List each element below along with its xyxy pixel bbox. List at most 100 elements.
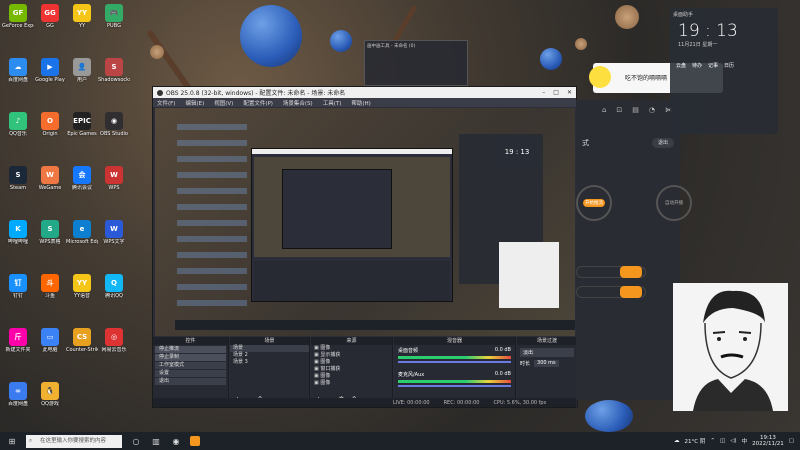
shortcut-item[interactable]: 记事: [708, 62, 718, 69]
desktop-icon[interactable]: 斗斗鱼: [34, 272, 66, 312]
desktop-icon[interactable]: 🐧 QQ游戏: [34, 380, 66, 420]
source-item[interactable]: ▣ 图像: [311, 380, 392, 387]
desktop-icon-label: 百度网盘: [7, 77, 28, 83]
desktop-icon[interactable]: 🎮 PUBG: [98, 2, 130, 42]
desktop-icon[interactable]: W WPS文字: [98, 218, 130, 258]
volume-slider[interactable]: [398, 361, 511, 363]
desktop-icon[interactable]: YY YY: [66, 2, 98, 42]
desktop-icon[interactable]: ▶ Google Play: [34, 56, 66, 96]
desktop-clock-widget[interactable]: 桌面助手 19 : 13 11月21日 星期一 云盘 待办 记事 日历: [670, 8, 778, 134]
avatar: [589, 66, 611, 88]
scene-item[interactable]: 场景 3: [230, 359, 309, 366]
studio-mode-button[interactable]: 工作室模式: [155, 362, 226, 369]
shortcut-item[interactable]: 待办: [692, 62, 702, 69]
ring-start-stream[interactable]: 开始推流: [576, 185, 612, 221]
network-icon[interactable]: ◫: [720, 438, 725, 444]
track-name: 麦克风/Aux: [398, 372, 425, 378]
chevron-up-icon[interactable]: ⌃: [710, 438, 715, 444]
ring-auto-start[interactable]: 自动开播: [656, 185, 692, 221]
stream-assistant-panel[interactable]: ⌂⊡▤◔⋈ 式 退出 开始推流 自动开播 60 60: [576, 100, 692, 400]
desktop-icon[interactable]: S Steam: [2, 164, 34, 204]
scene-item[interactable]: 场景: [230, 345, 309, 352]
desktop-icon[interactable]: EPIC Epic Games: [66, 110, 98, 150]
desktop-icon[interactable]: 斤新建文件夹: [2, 326, 34, 366]
source-item[interactable]: ▣ 窗口捕获: [311, 366, 392, 373]
close-icon[interactable]: ✕: [567, 89, 572, 96]
desktop-icon[interactable]: K 哔哩哔哩: [2, 218, 34, 258]
minimize-icon[interactable]: –: [542, 89, 545, 96]
obs-taskbar-icon[interactable]: ◉: [170, 435, 182, 447]
shortcut-item[interactable]: 云盘: [676, 62, 686, 69]
obs-window[interactable]: OBS 25.0.8 (32-bit, windows) - 配置文件: 未命名…: [152, 86, 578, 408]
panel-exit-button[interactable]: 退出: [651, 138, 674, 148]
desktop-icon[interactable]: ▭ 此电脑: [34, 326, 66, 366]
shortcut-item[interactable]: 日历: [724, 62, 734, 69]
desktop-icon[interactable]: ☁ 百度网盘: [2, 56, 34, 96]
app-icon: 钉: [9, 274, 27, 292]
exit-button[interactable]: 退出: [155, 378, 226, 385]
lock-icon[interactable]: ⊡: [616, 106, 622, 114]
desktop-icon[interactable]: W WPS: [98, 164, 130, 204]
menu-tools[interactable]: 工具(T): [323, 99, 342, 107]
stop-streaming-button[interactable]: 停止推流: [155, 346, 226, 353]
menu-file[interactable]: 文件(F): [157, 99, 175, 107]
mixer-dock-title: 混音器: [394, 337, 515, 345]
source-item[interactable]: ▣ 图像: [311, 345, 392, 352]
desktop-icon[interactable]: S WPS表格: [34, 218, 66, 258]
weather-icon[interactable]: ☁: [674, 438, 680, 444]
app-icon: YY: [73, 4, 91, 22]
controls-dock-title: 控件: [153, 337, 228, 345]
source-item[interactable]: ▣ 图像: [311, 359, 392, 366]
desktop-icon[interactable]: 会腾讯会议: [66, 164, 98, 204]
desktop-icon[interactable]: S Shadowsocks: [98, 56, 130, 96]
desktop-icon[interactable]: O Origin: [34, 110, 66, 150]
desktop-icon[interactable]: W WeGame: [34, 164, 66, 204]
obs-titlebar[interactable]: OBS 25.0.8 (32-bit, windows) - 配置文件: 未命名…: [153, 87, 576, 98]
menu-scene-collection[interactable]: 场景集合(S): [283, 99, 313, 107]
cortana-icon[interactable]: ○: [130, 435, 142, 447]
desktop-icon[interactable]: Q 腾讯QQ: [98, 272, 130, 312]
desktop-icon[interactable]: GG GG: [34, 2, 66, 42]
app-icon: ☁: [9, 58, 27, 76]
menu-view[interactable]: 视图(V): [214, 99, 233, 107]
maximize-icon[interactable]: □: [553, 89, 559, 96]
desktop-icon[interactable]: 钉钉钉: [2, 272, 34, 312]
desktop-icon[interactable]: ∞ 百度网盘: [2, 380, 34, 420]
clock[interactable]: 19:13 2022/11/21: [752, 435, 784, 447]
desktop-icon[interactable]: ♪ QQ音乐: [2, 110, 34, 150]
menu-profile[interactable]: 配置文件(P): [243, 99, 273, 107]
desktop-icon[interactable]: ◉ OBS Studio: [98, 110, 130, 150]
bell-icon[interactable]: ◔: [649, 106, 655, 114]
volume-icon[interactable]: ◁): [730, 438, 736, 444]
taskbar-search-input[interactable]: ⌕ 在这里输入你要搜索的内容: [26, 434, 122, 448]
stop-recording-button[interactable]: 停止录制: [155, 354, 226, 361]
desktop-icon[interactable]: eMicrosoft Edge: [66, 218, 98, 258]
source-item[interactable]: ▣ 显示捕获: [311, 352, 392, 359]
app-icon: 👤: [73, 58, 91, 76]
notification-icon[interactable]: ▢: [789, 438, 794, 444]
duration-input[interactable]: 300 ms: [534, 360, 559, 367]
desktop-icon[interactable]: 👤 用户: [66, 56, 98, 96]
desktop-icon[interactable]: YY YY语音: [66, 272, 98, 312]
chart-icon[interactable]: ▤: [632, 106, 639, 114]
obs-preview[interactable]: 19 : 13: [155, 108, 575, 336]
windows-start-icon[interactable]: ⊞: [6, 435, 18, 447]
desktop-icon[interactable]: CSCounter-Strike Global: [66, 326, 98, 366]
picture-in-picture-window[interactable]: 画中画工具 - 未命名 (0): [364, 40, 468, 86]
desktop-icon[interactable]: GFGeForce Experience: [2, 2, 34, 42]
scene-item[interactable]: 场景 2: [230, 352, 309, 359]
transition-select[interactable]: 淡出: [520, 348, 574, 357]
ime-indicator[interactable]: 中: [742, 437, 748, 445]
app-icon: e: [73, 220, 91, 238]
menu-edit[interactable]: 编辑(E): [185, 99, 204, 107]
app-taskbar-icon[interactable]: [190, 436, 200, 446]
settings-button[interactable]: 设置: [155, 370, 226, 377]
desktop-icon[interactable]: ◎ 网易云音乐: [98, 326, 130, 366]
task-view-icon[interactable]: ▥: [150, 435, 162, 447]
source-item[interactable]: ▣ 图像: [311, 373, 392, 380]
weather-text[interactable]: 21°C 阴: [685, 437, 706, 445]
volume-slider[interactable]: [398, 385, 511, 387]
menu-help[interactable]: 帮助(H): [351, 99, 370, 107]
gift-icon[interactable]: ⌂: [602, 106, 606, 114]
scenes-dock: 场景 场景 场景 2 场景 3 +–⌃⌄: [230, 337, 310, 407]
